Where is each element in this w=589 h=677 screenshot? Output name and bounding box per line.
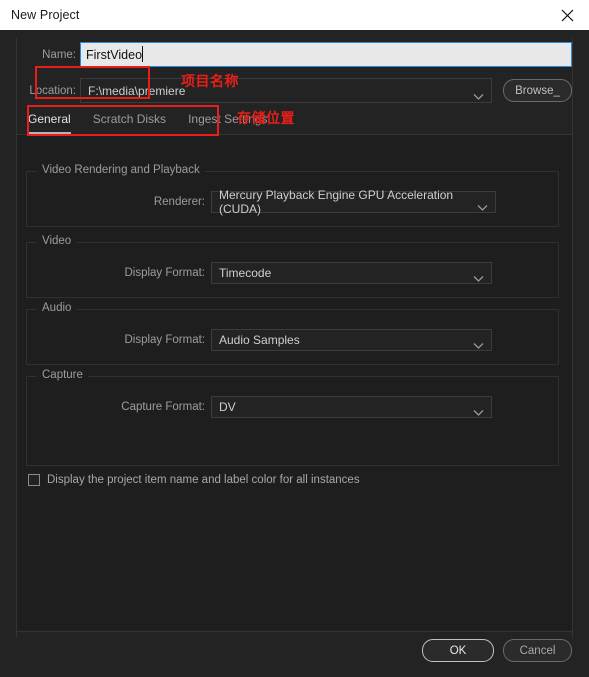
capture-format-label: Capture Format:	[121, 401, 205, 413]
text-caret	[142, 46, 143, 62]
new-project-dialog: Name: Location: F:\media\premiere Browse…	[0, 30, 589, 677]
general-tab-panel: Video Rendering and Playback Renderer: M…	[17, 134, 572, 630]
tab-ingest-settings[interactable]: Ingest Settings	[188, 112, 267, 134]
chevron-down-icon	[473, 337, 484, 349]
display-project-item-name-checkbox-row[interactable]: Display the project item name and label …	[28, 474, 360, 486]
video-display-format-select[interactable]: Timecode	[211, 262, 492, 284]
name-label: Name:	[42, 49, 76, 61]
capture-format-value: DV	[219, 400, 236, 414]
group-title-video: Video	[37, 235, 77, 247]
browse-button[interactable]: Browse_	[503, 79, 572, 102]
chevron-down-icon	[477, 199, 488, 211]
location-value: F:\media\premiere	[88, 83, 186, 98]
ok-button[interactable]: OK	[422, 639, 494, 662]
panel-right-rule	[572, 38, 573, 638]
video-display-format-label: Display Format:	[124, 267, 205, 279]
group-title-capture: Capture	[37, 369, 88, 381]
cancel-button[interactable]: Cancel	[503, 639, 572, 662]
chevron-down-icon	[473, 404, 484, 416]
group-title-video-rendering: Video Rendering and Playback	[37, 164, 205, 176]
renderer-label: Renderer:	[153, 196, 205, 208]
close-icon[interactable]	[545, 0, 589, 30]
chevron-down-icon	[473, 270, 484, 282]
location-label: Location:	[29, 85, 76, 97]
window-titlebar: New Project	[0, 0, 589, 30]
capture-format-select[interactable]: DV	[211, 396, 492, 418]
renderer-select[interactable]: Mercury Playback Engine GPU Acceleration…	[211, 188, 496, 216]
chevron-down-icon	[473, 87, 484, 100]
display-project-item-name-label: Display the project item name and label …	[47, 474, 360, 486]
project-name-input[interactable]	[80, 42, 572, 67]
audio-display-format-select[interactable]: Audio Samples	[211, 329, 492, 351]
tab-scratch-disks[interactable]: Scratch Disks	[93, 112, 166, 134]
group-title-audio: Audio	[37, 302, 77, 314]
group-capture: Capture	[26, 369, 559, 466]
footer-divider	[16, 631, 572, 632]
renderer-value: Mercury Playback Engine GPU Acceleration…	[219, 188, 454, 216]
audio-display-format-label: Display Format:	[124, 334, 205, 346]
window-title: New Project	[11, 8, 80, 22]
video-display-format-value: Timecode	[219, 266, 272, 280]
tab-general[interactable]: General	[28, 112, 71, 134]
settings-tabs: General Scratch Disks Ingest Settings	[28, 112, 267, 134]
audio-display-format-value: Audio Samples	[219, 333, 300, 347]
display-project-item-name-checkbox[interactable]	[28, 474, 40, 486]
location-select[interactable]: F:\media\premiere	[80, 78, 492, 103]
